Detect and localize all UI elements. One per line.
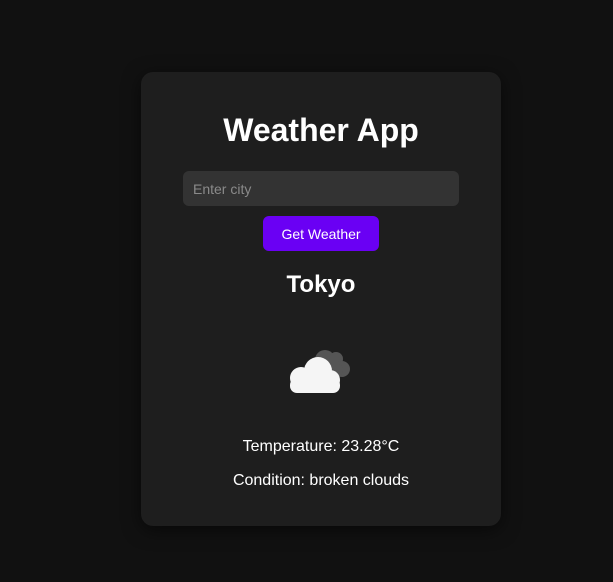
- app-title: Weather App: [223, 112, 419, 148]
- condition-text: Condition: broken clouds: [232, 472, 410, 489]
- broken-clouds-icon: [290, 350, 350, 393]
- weather-card: Weather App Get Weather Tokyo Temperatur…: [141, 72, 501, 526]
- city-input[interactable]: [183, 171, 459, 206]
- get-weather-button[interactable]: Get Weather: [263, 216, 379, 251]
- temperature-text: Temperature: 23.28°C: [242, 438, 400, 455]
- city-name: Tokyo: [286, 271, 356, 298]
